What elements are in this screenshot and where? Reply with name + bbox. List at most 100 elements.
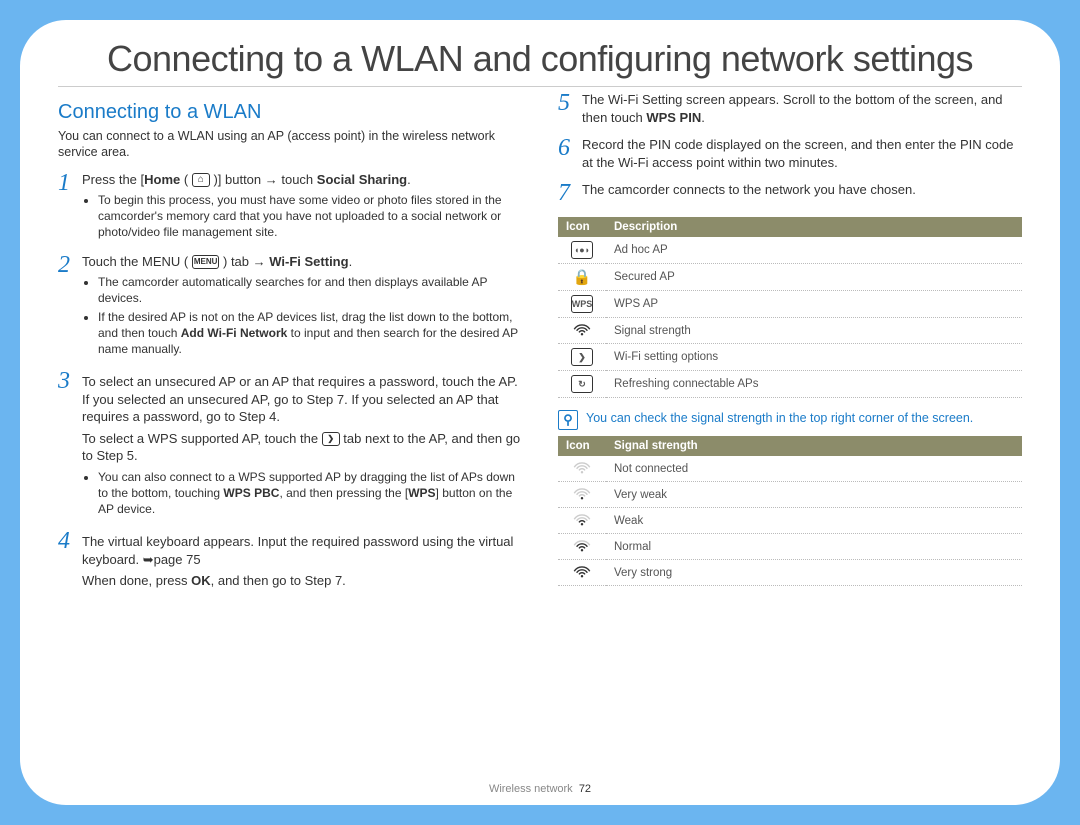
footer-label: Wireless network [489, 783, 573, 795]
two-column-layout: Connecting to a WLAN You can connect to … [58, 91, 1022, 594]
bullet: The camcorder automatically searches for… [98, 274, 522, 306]
text: . [407, 172, 411, 187]
icon-cell: WPS [558, 291, 606, 318]
bullet: To begin this process, you must have som… [98, 192, 522, 241]
table-row: Not connected [558, 456, 1022, 482]
text: To select a WPS supported AP, touch the [82, 431, 322, 446]
step-7: 7 The camcorder connects to the network … [558, 181, 1022, 205]
table-row: Very strong [558, 560, 1022, 586]
icon-cell: ❯ [558, 344, 606, 371]
table-row: Very weak [558, 482, 1022, 508]
icon-cell [558, 534, 606, 560]
desc-cell: Signal strength [606, 318, 1022, 344]
desc-cell: Wi-Fi setting options [606, 344, 1022, 371]
desc-cell: Refreshing connectable APs [606, 371, 1022, 398]
intro-text: You can connect to a WLAN using an AP (a… [58, 128, 522, 161]
step-body: The camcorder connects to the network yo… [582, 181, 1022, 205]
table-row: Weak [558, 508, 1022, 534]
page-title: Connecting to a WLAN and configuring net… [58, 38, 1022, 87]
bullet-html: If the desired AP is not on the AP devic… [98, 310, 518, 356]
desc-cell: Not connected [606, 456, 1022, 482]
text: Press the [ [82, 172, 144, 187]
table-row: WPSWPS AP [558, 291, 1022, 318]
section-heading: Connecting to a WLAN [58, 101, 522, 124]
step-body: The virtual keyboard appears. Input the … [82, 529, 522, 594]
step-number: 3 [58, 369, 82, 519]
bullet: You can also connect to a WPS supported … [98, 469, 522, 518]
icon-cell: 🔒 [558, 264, 606, 291]
desc-cell: Secured AP [606, 264, 1022, 291]
icon-description-table: Icon Description ◖●◗Ad hoc AP🔒Secured AP… [558, 217, 1022, 398]
step-number: 1 [58, 171, 82, 243]
text: )] button → touch [210, 172, 317, 187]
right-column: 5 The Wi-Fi Setting screen appears. Scro… [558, 91, 1022, 594]
table-row: ◖●◗Ad hoc AP [558, 237, 1022, 264]
step-number: 7 [558, 181, 582, 205]
text: When done, press OK, and then go to Step… [82, 572, 522, 590]
text: . [701, 110, 705, 125]
menu-icon: MENU [192, 255, 220, 269]
text: ) tab → [219, 254, 269, 269]
step-4: 4 The virtual keyboard appears. Input th… [58, 529, 522, 594]
note-callout: ⚲ You can check the signal strength in t… [558, 410, 1022, 430]
step-body: Touch the MENU ( MENU ) tab → Wi-Fi Sett… [82, 253, 522, 359]
step-body: Record the PIN code displayed on the scr… [582, 136, 1022, 171]
icon-cell: ↻ [558, 371, 606, 398]
table-header: Description [606, 217, 1022, 237]
step-1: 1 Press the [Home ( ⌂ )] button → touch … [58, 171, 522, 243]
step-3: 3 To select an unsecured AP or an AP tha… [58, 369, 522, 519]
icon-cell [558, 456, 606, 482]
step-6: 6 Record the PIN code displayed on the s… [558, 136, 1022, 171]
step-body: To select an unsecured AP or an AP that … [82, 369, 522, 519]
icon-cell [558, 482, 606, 508]
home-icon: ⌂ [192, 173, 210, 187]
table-header: Icon [558, 217, 606, 237]
text-bold: OK [191, 573, 211, 588]
icon-cell: ◖●◗ [558, 237, 606, 264]
step-body: The Wi-Fi Setting screen appears. Scroll… [582, 91, 1022, 126]
step-2: 2 Touch the MENU ( MENU ) tab → Wi-Fi Se… [58, 253, 522, 359]
icon-cell [558, 318, 606, 344]
page-number: 72 [579, 783, 591, 795]
note-text: You can check the signal strength in the… [586, 410, 973, 430]
icon-cell [558, 560, 606, 586]
table-row: 🔒Secured AP [558, 264, 1022, 291]
manual-page: Connecting to a WLAN and configuring net… [20, 20, 1060, 805]
desc-cell: Normal [606, 534, 1022, 560]
magnifier-icon: ⚲ [558, 410, 578, 430]
icon-cell [558, 508, 606, 534]
text: When done, press [82, 573, 191, 588]
table-row: Signal strength [558, 318, 1022, 344]
desc-cell: Ad hoc AP [606, 237, 1022, 264]
text: . [349, 254, 353, 269]
desc-cell: Very strong [606, 560, 1022, 586]
step-5: 5 The Wi-Fi Setting screen appears. Scro… [558, 91, 1022, 126]
left-column: Connecting to a WLAN You can connect to … [58, 91, 522, 594]
desc-cell: Weak [606, 508, 1022, 534]
table-header: Icon [558, 436, 606, 456]
text: Touch the MENU ( [82, 254, 192, 269]
text-bold: Home [144, 172, 180, 187]
table-row: Normal [558, 534, 1022, 560]
step-number: 4 [58, 529, 82, 594]
table-row: ❯Wi-Fi setting options [558, 344, 1022, 371]
bullet-html: You can also connect to a WPS supported … [98, 470, 515, 516]
table-row: ↻Refreshing connectable APs [558, 371, 1022, 398]
page-footer: Wireless network 72 [20, 783, 1060, 795]
step-body: Press the [Home ( ⌂ )] button → touch So… [82, 171, 522, 243]
step-number: 6 [558, 136, 582, 171]
table-header: Signal strength [606, 436, 1022, 456]
signal-strength-table: Icon Signal strength Not connectedVery w… [558, 436, 1022, 586]
desc-cell: WPS AP [606, 291, 1022, 318]
desc-cell: Very weak [606, 482, 1022, 508]
step-number: 2 [58, 253, 82, 359]
step-number: 5 [558, 91, 582, 126]
text-bold: Social Sharing [317, 172, 407, 187]
text: The virtual keyboard appears. Input the … [82, 533, 522, 568]
text: ( [180, 172, 192, 187]
text-bold: WPS PIN [646, 110, 701, 125]
text: To select a WPS supported AP, touch the … [82, 430, 522, 465]
arrow-icon: ❯ [322, 432, 340, 446]
text: , and then go to Step 7. [211, 573, 346, 588]
text-bold: Wi-Fi Setting [269, 254, 348, 269]
